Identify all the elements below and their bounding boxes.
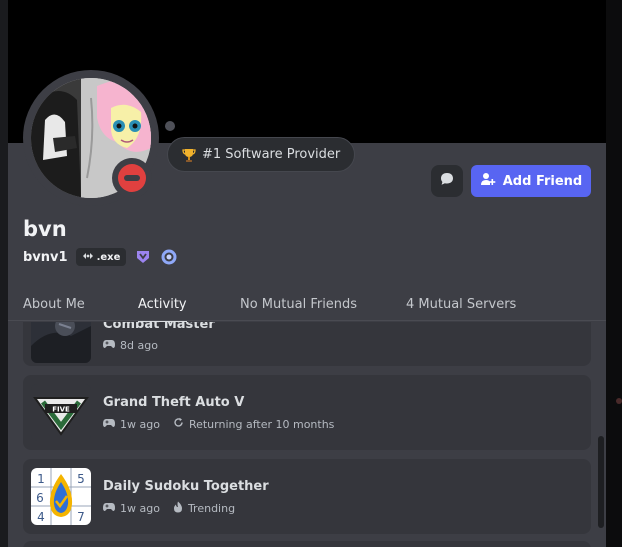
sudoku-digit: 1 bbox=[37, 472, 45, 486]
add-friend-button[interactable]: Add Friend bbox=[471, 165, 591, 197]
background-right bbox=[606, 0, 622, 547]
add-friend-icon bbox=[480, 171, 496, 191]
activity-scrollbar[interactable] bbox=[598, 436, 604, 528]
custom-status-bubble: #1 Software Provider bbox=[167, 137, 356, 172]
activity-time: 8d ago bbox=[120, 339, 158, 352]
activity-card[interactable]: FIVE Grand Theft Auto V 1w ago Returning… bbox=[23, 375, 591, 450]
trophy-icon bbox=[180, 146, 198, 164]
gamepad-icon bbox=[103, 418, 115, 431]
activity-card[interactable]: Combat Master 8d ago bbox=[23, 322, 591, 366]
tab-about-me[interactable]: About Me bbox=[23, 297, 85, 312]
activity-meta: 1w ago Returning after 10 months bbox=[103, 417, 334, 431]
add-friend-label: Add Friend bbox=[502, 173, 583, 189]
background-left bbox=[0, 0, 8, 547]
activity-card[interactable] bbox=[23, 541, 591, 547]
game-icon-daily-sudoku: 1 5 6 4 7 bbox=[31, 468, 91, 525]
tab-mutual-servers[interactable]: 4 Mutual Servers bbox=[406, 297, 516, 312]
message-button[interactable] bbox=[431, 165, 463, 197]
background-dot bbox=[616, 398, 622, 404]
activity-meta: 1w ago Trending bbox=[103, 501, 235, 516]
activity-meta: 8d ago bbox=[103, 339, 158, 352]
quest-badge-icon[interactable] bbox=[160, 248, 178, 266]
custom-status-text: #1 Software Provider bbox=[202, 147, 341, 162]
tab-activity[interactable]: Activity bbox=[138, 297, 187, 323]
activity-extra: Trending bbox=[187, 502, 236, 515]
activity-card[interactable]: 1 5 6 4 7 Daily Sudoku Together 1w ago T… bbox=[23, 459, 591, 534]
display-name: bvn bbox=[23, 217, 67, 241]
clan-tag[interactable]: .exe bbox=[75, 248, 127, 266]
activity-time: 1w ago bbox=[120, 502, 160, 515]
gamepad-icon bbox=[103, 339, 115, 352]
tab-mutual-friends[interactable]: No Mutual Friends bbox=[240, 297, 357, 312]
activity-title: Daily Sudoku Together bbox=[103, 479, 269, 494]
svg-text:FIVE: FIVE bbox=[52, 406, 70, 414]
activity-time: 1w ago bbox=[120, 417, 160, 431]
activity-title: Grand Theft Auto V bbox=[103, 395, 245, 410]
username-row: bvnv1 .exe bbox=[23, 247, 178, 267]
sudoku-digit: 5 bbox=[77, 472, 85, 486]
username[interactable]: bvnv1 bbox=[23, 250, 68, 265]
clan-tag-text: .exe bbox=[96, 251, 121, 263]
sudoku-digit: 6 bbox=[36, 491, 44, 505]
hypesquad-badge-icon[interactable] bbox=[134, 248, 152, 266]
returning-icon bbox=[173, 417, 184, 431]
activity-extra: Returning after 10 months bbox=[188, 417, 335, 431]
profile-tabs: About Me Activity No Mutual Friends 4 Mu… bbox=[8, 288, 606, 323]
sudoku-digit: 7 bbox=[77, 510, 85, 524]
trending-flame-icon bbox=[173, 501, 183, 516]
chat-bubble-icon bbox=[439, 171, 455, 191]
gamepad-icon bbox=[103, 502, 115, 515]
status-bubble-dot bbox=[165, 121, 175, 131]
sudoku-digit: 4 bbox=[37, 510, 45, 524]
clan-icon bbox=[82, 250, 94, 265]
user-profile-popout: #1 Software Provider Add Friend bvn bvnv… bbox=[8, 0, 606, 547]
game-icon-gta-v: FIVE bbox=[31, 384, 91, 441]
do-not-disturb-status-icon bbox=[118, 164, 146, 192]
